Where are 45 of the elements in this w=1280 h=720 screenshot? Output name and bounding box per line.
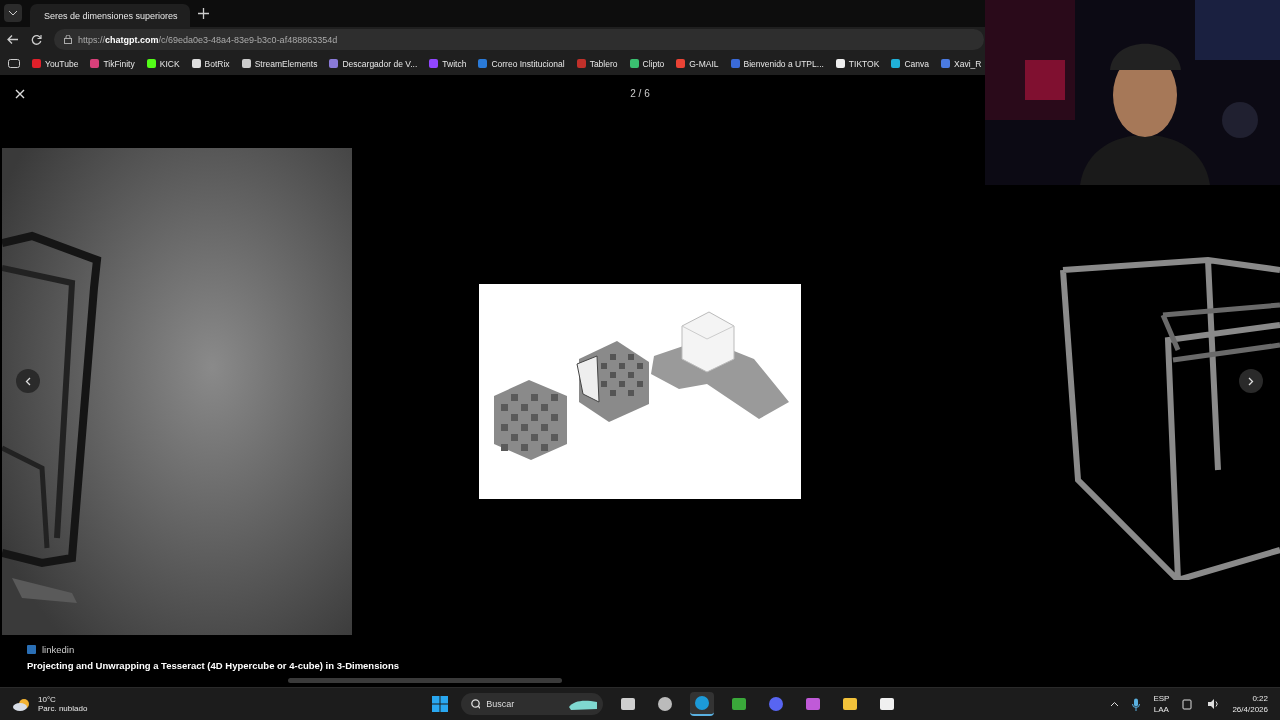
search-bar[interactable]: Buscar [461,693,603,715]
lock-icon [64,35,72,44]
microphone-icon[interactable] [1132,697,1141,711]
close-icon[interactable] [15,89,25,99]
back-icon[interactable] [7,34,19,45]
language-label[interactable]: ESP [1153,693,1170,704]
caret-icon [8,10,18,16]
start-icon[interactable] [432,696,448,712]
temperature: 10°C [38,695,57,704]
new-tab-icon[interactable] [198,8,209,19]
bookmark[interactable]: Descargador de V... [329,58,418,69]
source-label: linkedin [42,644,75,655]
chevron-icon[interactable] [1110,701,1120,707]
volume-icon[interactable] [1207,698,1220,710]
bookmark[interactable]: Canva [891,58,929,69]
bookmark[interactable]: YouTube [32,58,79,69]
bookmark[interactable]: Xavi_R [941,58,982,69]
bookmark[interactable]: G-MAIL [676,58,719,69]
tab-list-button[interactable] [4,4,22,22]
bookmark[interactable]: Tablero [576,58,618,69]
browser-tab[interactable]: Seres de dimensiones superiores [30,4,190,27]
bookmark[interactable]: Correo Institucional [478,58,565,69]
image-counter: 2 / 6 [629,88,651,99]
search-field[interactable]: Buscar [486,699,563,709]
image-caption: Projecting and Unwrapping a Tesseract (4D Hypercube or 4-cube) in 3-Dimensions [27,660,399,671]
search-icon [471,698,481,710]
bookmark[interactable]: Clipto [629,58,665,69]
bookmark[interactable]: TIKTOK [835,58,880,69]
clock-date[interactable]: 26/4/2026 [1232,704,1268,715]
scrollbar[interactable] [288,678,562,683]
weather-condition: Parc. nublado [38,704,88,713]
weather-icon[interactable] [12,696,32,712]
address-bar[interactable]: https://chatgpt.com/c/69eda0e3-48a4-83e9-b3c0-af488863354d [54,29,984,50]
chevron-right-icon [1248,376,1254,386]
bookmark[interactable]: TikFinity [90,58,135,69]
bookmark[interactable]: KICK [146,58,180,69]
bookmark[interactable]: StreamElements [241,58,318,69]
clock-time[interactable]: 0:22 [1252,693,1268,704]
bookmark[interactable]: Bienvenido a UTPL... [730,58,824,69]
chevron-left-icon [25,376,31,386]
bookmark[interactable]: Twitch [429,58,467,69]
language-label[interactable]: LAA [1153,704,1169,715]
bookmark[interactable]: BotRix [191,58,230,69]
reload-icon[interactable] [31,34,42,45]
sidebar-icon[interactable] [8,59,20,68]
